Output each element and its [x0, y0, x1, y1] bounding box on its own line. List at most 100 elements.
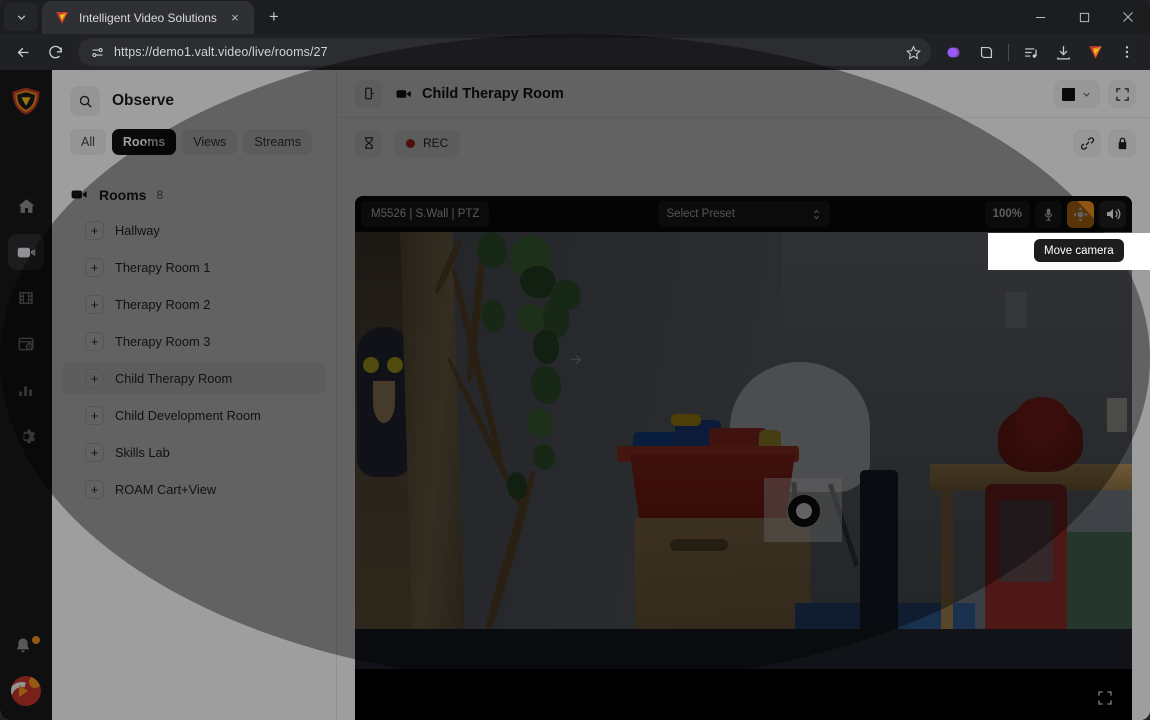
minimize-icon[interactable]	[1018, 0, 1062, 34]
list-item[interactable]: + Hallway	[62, 214, 326, 247]
quality-selector[interactable]	[1054, 80, 1100, 108]
preset-label: Select Preset	[666, 208, 735, 220]
expand-icon[interactable]: +	[85, 295, 104, 314]
new-tab-button[interactable]: +	[260, 3, 288, 31]
tab-views[interactable]: Views	[182, 129, 238, 155]
video-camera-icon	[395, 85, 413, 103]
sidebar-item-analytics[interactable]	[8, 372, 44, 408]
room-label: ROAM Cart+View	[115, 482, 217, 497]
chevron-down-icon	[1081, 89, 1092, 100]
record-dot-icon	[406, 138, 415, 148]
expand-icon[interactable]: +	[85, 332, 104, 351]
bookmark-star-icon[interactable]	[906, 44, 921, 60]
lock-icon[interactable]	[1108, 129, 1136, 157]
downloads-icon[interactable]	[1048, 37, 1078, 67]
expand-icon[interactable]: +	[85, 258, 104, 277]
scene-leaf	[527, 408, 553, 438]
microphone-icon[interactable]	[1035, 200, 1062, 228]
ivs-profile-icon[interactable]	[1080, 37, 1110, 67]
close-window-icon[interactable]	[1106, 0, 1150, 34]
video-player[interactable]: M5526 | S.Wall | PTZ Select Preset 100%	[355, 196, 1132, 720]
cursor-ring-icon	[788, 495, 820, 527]
pan-tilt-icon[interactable]	[1067, 200, 1094, 228]
scene-leaf	[477, 232, 507, 268]
rec-status-badge[interactable]: REC	[394, 129, 461, 157]
stream-tag: M5526 | S.Wall | PTZ	[361, 201, 490, 227]
scene-cabinet-handle	[670, 539, 728, 551]
avatar[interactable]	[11, 676, 41, 706]
expand-icon[interactable]: +	[85, 406, 104, 425]
player-right-controls: 100%	[984, 200, 1126, 228]
browser-toolbar: https://demo1.valt.video/live/rooms/27	[0, 34, 1150, 684]
sidebar-item-review[interactable]	[8, 280, 44, 316]
player-fullscreen-icon[interactable]	[1092, 685, 1118, 711]
list-item[interactable]: + Therapy Room 2	[62, 288, 326, 321]
ivs-play-icon	[54, 10, 70, 26]
bell-icon	[16, 638, 30, 653]
scene-toy-yellow	[671, 414, 701, 426]
site-settings-icon[interactable]	[90, 45, 105, 60]
live-video-frame[interactable]	[355, 232, 1132, 669]
rooms-list: + Hallway + Therapy Room 1 + Therapy Roo…	[52, 214, 336, 506]
rec-label: REC	[423, 136, 449, 150]
list-item[interactable]: + Therapy Room 1	[62, 251, 326, 284]
toolbar-divider	[1008, 43, 1009, 61]
expand-icon[interactable]: +	[85, 369, 104, 388]
maximize-icon[interactable]	[1062, 0, 1106, 34]
ivs-shield-logo[interactable]	[11, 86, 41, 116]
tab-rooms[interactable]: Rooms	[111, 129, 177, 155]
tab-search-chevron-icon[interactable]	[4, 3, 38, 31]
avatar-play-triangle	[19, 685, 28, 697]
list-item-selected[interactable]: + Child Therapy Room	[62, 362, 326, 395]
scene-owl	[357, 327, 411, 477]
zoom-level[interactable]: 100%	[984, 200, 1030, 228]
scene-wall-plate	[1005, 292, 1027, 328]
sidebar-item-observe[interactable]	[8, 234, 44, 270]
expand-icon[interactable]: +	[85, 221, 104, 240]
tooltip-move-camera: Move camera	[1034, 239, 1124, 262]
player-toolbar: M5526 | S.Wall | PTZ Select Preset 100%	[355, 196, 1132, 232]
window-controls	[1018, 0, 1150, 34]
sidebar-item-schedule[interactable]	[8, 326, 44, 362]
scene-floor-shadow	[355, 629, 1132, 669]
tab-streams[interactable]: Streams	[243, 129, 312, 155]
panel-collapse-icon[interactable]	[355, 79, 383, 108]
reload-icon[interactable]	[40, 37, 70, 67]
room-header: Child Therapy Room	[337, 70, 1150, 118]
scene-leaf	[507, 472, 527, 500]
list-item[interactable]: + Therapy Room 3	[62, 325, 326, 358]
fullscreen-button[interactable]	[1108, 80, 1136, 108]
reading-list-icon[interactable]	[1016, 37, 1046, 67]
room-label: Therapy Room 3	[115, 334, 211, 349]
extension-puzzle-icon[interactable]	[939, 37, 969, 67]
browser-tab[interactable]: Intelligent Video Solutions ×	[42, 1, 254, 34]
address-bar[interactable]: https://demo1.valt.video/live/rooms/27	[78, 38, 931, 66]
link-icon[interactable]	[1073, 129, 1101, 157]
search-icon[interactable]	[70, 86, 100, 116]
subbar-right-actions	[1073, 118, 1136, 168]
rooms-group-header: Rooms 8	[52, 155, 336, 204]
three-dot-menu-icon[interactable]	[1112, 37, 1142, 67]
expand-icon[interactable]: +	[85, 480, 104, 499]
hourglass-icon[interactable]	[355, 129, 383, 157]
list-item[interactable]: + Child Development Room	[62, 399, 326, 432]
player-bottom-bar	[355, 669, 1132, 720]
expand-icon[interactable]: +	[85, 443, 104, 462]
scene-leaf	[531, 366, 561, 404]
list-item[interactable]: + Skills Lab	[62, 436, 326, 469]
page-title-wrap: Child Therapy Room	[395, 85, 564, 103]
sidebar-item-home[interactable]	[8, 188, 44, 224]
sidebar-item-settings[interactable]	[8, 418, 44, 454]
split-view-icon[interactable]	[971, 37, 1001, 67]
speaker-icon[interactable]	[1099, 200, 1126, 228]
notifications-button[interactable]	[13, 635, 41, 662]
close-icon[interactable]: ×	[226, 9, 244, 27]
back-arrow-icon[interactable]	[8, 37, 38, 67]
toolbar-right-actions	[939, 37, 1142, 67]
tab-all[interactable]: All	[70, 129, 106, 155]
list-item[interactable]: + ROAM Cart+View	[62, 473, 326, 506]
owl-eye-left	[363, 357, 379, 373]
scene-teddy-head	[1015, 397, 1069, 441]
preset-select[interactable]: Select Preset	[657, 201, 830, 227]
scene-outlet	[1107, 398, 1127, 432]
